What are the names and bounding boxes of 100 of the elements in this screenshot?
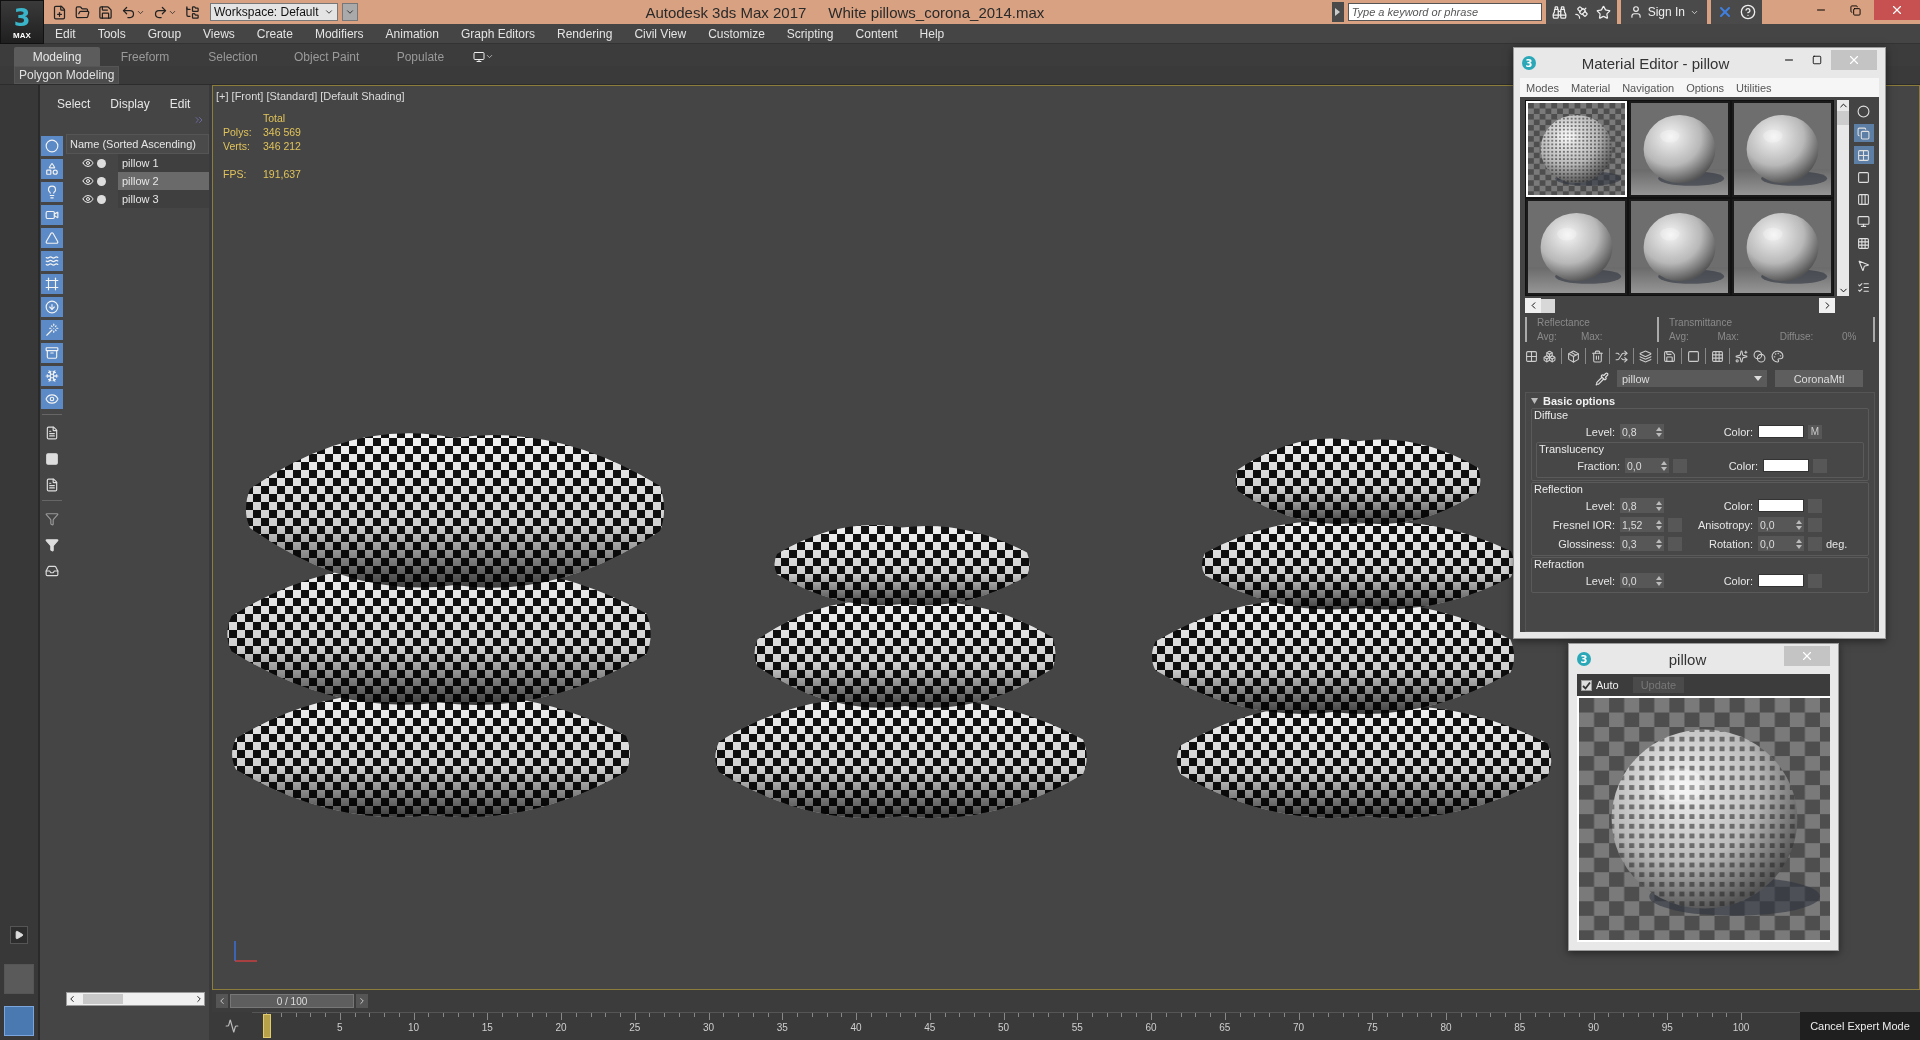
list-icon[interactable] <box>1857 280 1871 294</box>
vertical-scrollbar[interactable] <box>1837 100 1850 296</box>
play-button[interactable] <box>10 926 28 944</box>
menu-item[interactable]: Options <box>1680 81 1731 94</box>
scroll-right-icon[interactable] <box>194 994 204 1004</box>
menu-item[interactable]: Help <box>908 23 956 44</box>
undo-icon[interactable] <box>121 4 136 20</box>
menu-item[interactable]: Tools <box>86 23 137 44</box>
scrollbar-thumb[interactable] <box>83 994 123 1004</box>
star-icon[interactable] <box>1595 4 1611 20</box>
square-icon[interactable] <box>1687 349 1700 363</box>
sparkles-icon[interactable] <box>1735 349 1748 363</box>
spinner-arrows-icon[interactable] <box>1656 519 1662 530</box>
column-header[interactable]: Name (Sorted Ascending) <box>66 134 209 154</box>
menu-item[interactable]: Civil View <box>623 23 698 44</box>
redo-icon[interactable] <box>153 4 168 20</box>
color-swatch[interactable] <box>1763 459 1809 472</box>
pointer-icon[interactable] <box>1857 258 1871 272</box>
arrow-icon[interactable] <box>1335 8 1341 16</box>
current-frame-marker[interactable] <box>263 1014 271 1038</box>
trash-icon[interactable] <box>1591 349 1604 363</box>
spinner-arrows-icon[interactable] <box>1661 460 1667 471</box>
spinner-arrows-icon[interactable] <box>1656 538 1662 549</box>
menu-item[interactable]: Content <box>844 23 909 44</box>
color-swatch[interactable] <box>1758 574 1804 587</box>
time-slider-thumb[interactable]: 0 / 100 <box>230 994 354 1008</box>
application-button[interactable]: 3 MAX <box>0 0 44 44</box>
visibility-icon[interactable] <box>82 175 94 187</box>
material-type-button[interactable]: CoronaMtl <box>1775 370 1863 387</box>
menu-item[interactable]: Utilities <box>1730 81 1778 94</box>
viewport-label[interactable]: [+] [Front] [Standard] [Default Shading] <box>216 90 405 102</box>
spinner-arrows-icon[interactable] <box>1796 538 1802 549</box>
spinner-field[interactable]: 0,0 <box>1625 458 1669 473</box>
layers-icon[interactable] <box>1639 349 1652 363</box>
object-name[interactable]: pillow 3 <box>118 190 209 208</box>
grid-icon[interactable] <box>1711 349 1724 363</box>
color-swatch[interactable] <box>1758 499 1804 512</box>
rollout-header[interactable]: Basic options <box>1531 394 1616 407</box>
ribbon-tab[interactable]: Object Paint <box>278 47 376 66</box>
satellite-icon[interactable] <box>1573 4 1589 20</box>
horizontal-scrollbar[interactable] <box>66 992 205 1006</box>
workspace-dropdown[interactable]: Workspace: Default <box>210 3 338 21</box>
menu-item[interactable]: Navigation <box>1616 81 1681 94</box>
play-icon[interactable] <box>14 930 24 940</box>
menu-item[interactable]: Modifiers <box>303 23 375 44</box>
search-field[interactable]: Type a keyword or phrase <box>1347 3 1542 21</box>
scrollbar-thumb[interactable] <box>1541 298 1555 313</box>
scroll-left-icon[interactable] <box>67 994 77 1004</box>
ribbon-tab[interactable]: Populate <box>377 47 464 66</box>
caret-icon[interactable] <box>345 7 355 17</box>
caret-icon[interactable] <box>1531 398 1538 404</box>
color-swatch[interactable] <box>1758 425 1804 438</box>
palette-icon[interactable] <box>1771 349 1784 363</box>
grid-icon[interactable] <box>1857 236 1871 250</box>
spinner-arrows-icon[interactable] <box>1796 519 1802 530</box>
checker-button[interactable] <box>1853 146 1874 164</box>
menu-item[interactable]: Modes <box>1520 81 1566 94</box>
binoculars-icon[interactable] <box>1551 4 1567 20</box>
visibility-icon[interactable] <box>82 193 94 205</box>
checker-icon[interactable] <box>1525 349 1538 363</box>
visibility-icon[interactable] <box>82 157 94 169</box>
spinner-arrows-icon[interactable] <box>1656 575 1662 586</box>
spinner-field[interactable]: 0,8 <box>1620 424 1664 439</box>
user-icon[interactable] <box>1628 5 1643 19</box>
close-icon[interactable] <box>1890 3 1904 17</box>
menu-item[interactable]: Group <box>136 23 193 44</box>
menu-item[interactable]: Graph Editors <box>449 23 546 44</box>
eyedropper-icon[interactable] <box>1595 371 1609 386</box>
columns-icon[interactable] <box>1857 192 1871 206</box>
menu-item[interactable]: Rendering <box>546 23 624 44</box>
shuffle-icon[interactable] <box>1615 349 1628 363</box>
explorer-menu[interactable]: Select <box>57 94 91 114</box>
object-name[interactable]: pillow 2 <box>118 172 209 190</box>
menu-item[interactable]: Customize <box>697 23 776 44</box>
spinner-field[interactable]: 0,8 <box>1620 498 1664 513</box>
scrollbar-thumb[interactable] <box>1837 111 1850 125</box>
maximize-icon[interactable] <box>1812 55 1822 65</box>
monitor-icon[interactable] <box>473 50 486 63</box>
ribbon-tab[interactable]: Modeling <box>14 47 100 66</box>
monitor-icon[interactable] <box>1857 214 1871 228</box>
spinner-field[interactable]: 0,3 <box>1620 536 1664 551</box>
caret-icon[interactable] <box>1754 376 1762 381</box>
explorer-menu[interactable]: Edit <box>169 94 191 114</box>
material-name-dropdown[interactable]: pillow <box>1617 370 1767 387</box>
copy-button[interactable] <box>1853 124 1874 142</box>
copy-icon[interactable] <box>1857 126 1871 140</box>
blend-icon[interactable] <box>1753 349 1766 363</box>
spinner-field[interactable]: 0,0 <box>1758 517 1804 532</box>
restore-icon[interactable] <box>1849 4 1861 16</box>
sign-in-button[interactable]: Sign In <box>1620 0 1707 24</box>
object-name[interactable]: pillow 1 <box>118 154 209 172</box>
caret-icon[interactable] <box>485 52 495 61</box>
explorer-menu[interactable]: Display <box>110 94 150 114</box>
spinner-field[interactable]: 0,0 <box>1620 573 1664 588</box>
spinner-field[interactable]: 1,52 <box>1620 517 1664 532</box>
caret-icon[interactable] <box>324 7 334 17</box>
map-button[interactable]: M <box>1808 424 1822 439</box>
ribbon-tab[interactable]: Freeform <box>102 47 188 66</box>
boxes-icon[interactable] <box>1543 349 1556 363</box>
checkbox[interactable] <box>1581 679 1592 691</box>
